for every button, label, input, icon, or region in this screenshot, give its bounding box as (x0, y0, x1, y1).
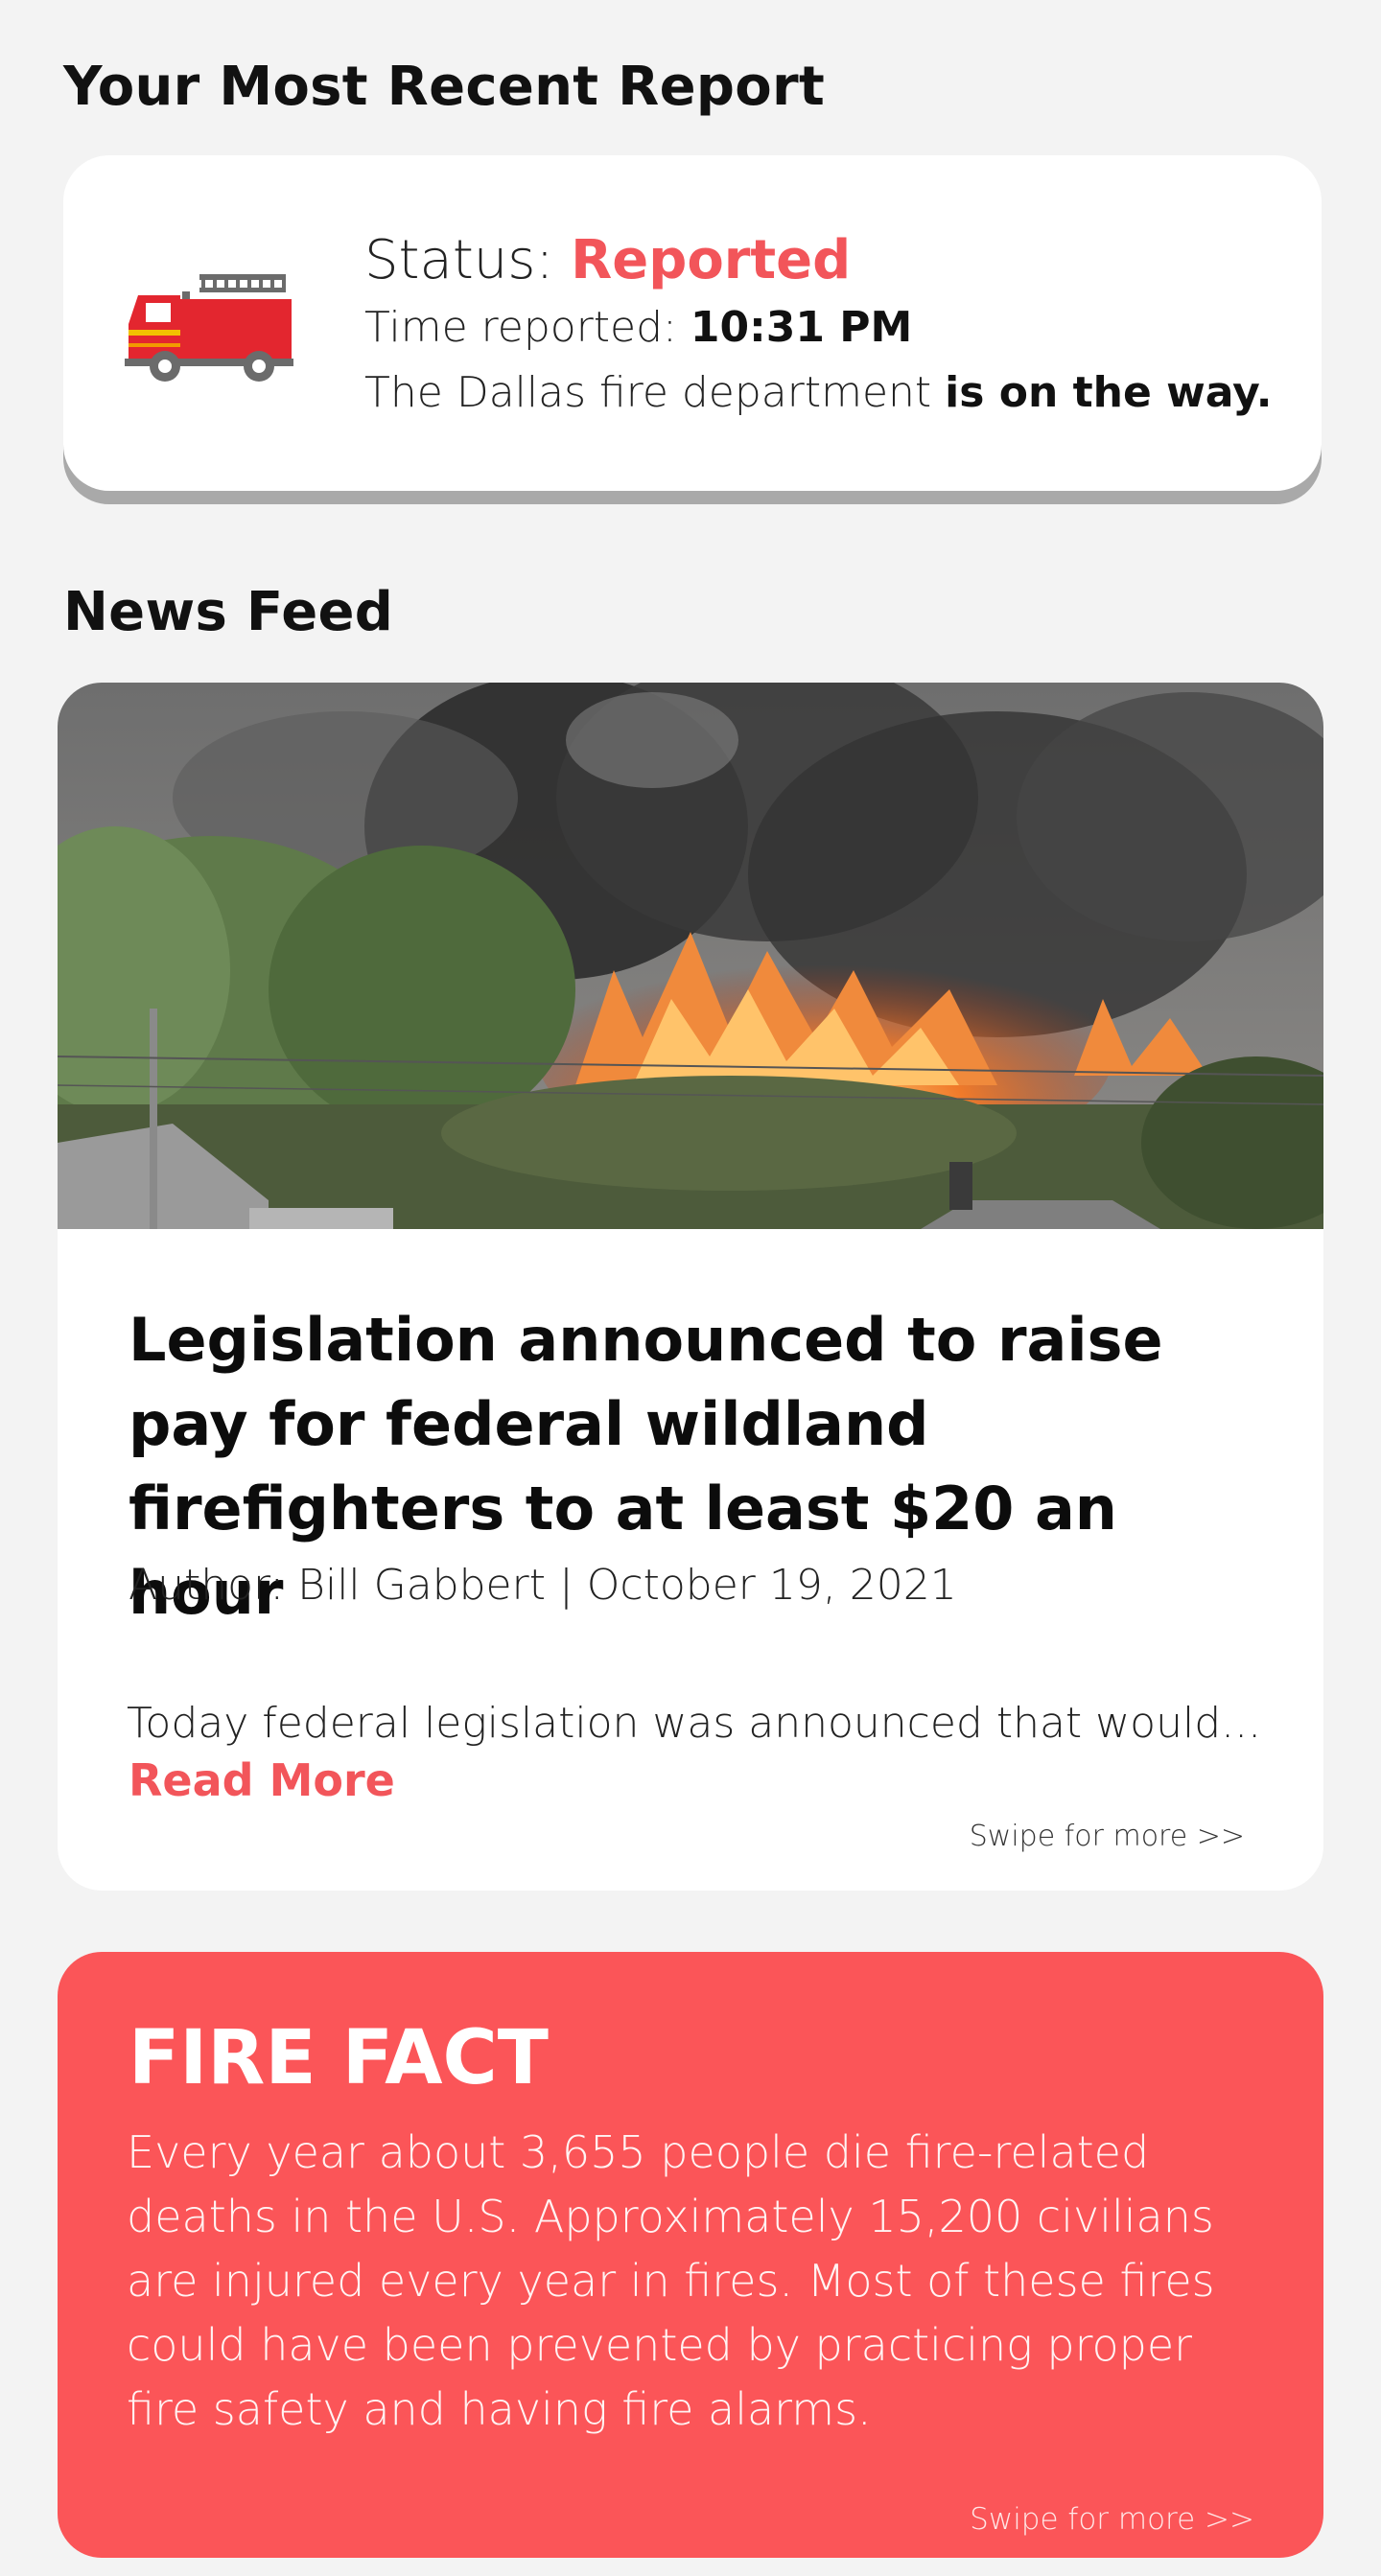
news-article-card[interactable]: Legislation announced to raise pay for f… (58, 683, 1323, 1891)
fire-fact-body: Every year about 3,655 people die fire-r… (127, 2126, 1215, 2435)
status-label: Status: (364, 229, 572, 291)
status-line: Status: Reported (364, 226, 1273, 295)
recent-report-card[interactable]: Status: Reported Time reported: 10:31 PM… (63, 155, 1322, 491)
department-line: The Dallas fire department is on the way… (364, 360, 1273, 426)
article-byline: Author: Bill Gabbert | October 19, 2021 (129, 1561, 957, 1610)
fire-fact-card[interactable]: FIRE FACT Every year about 3,655 people … (58, 1952, 1323, 2558)
fact-swipe-hint[interactable]: Swipe for more >> (970, 2502, 1254, 2537)
read-more-link[interactable]: Read More (129, 1754, 395, 1806)
department-status: is on the way. (945, 368, 1273, 417)
department-text: The Dallas fire department (364, 368, 946, 417)
fire-truck-icon (125, 274, 293, 382)
time-label: Time reported: (364, 303, 690, 352)
fire-fact-title: FIRE FACT (129, 2015, 549, 2101)
status-badge: Reported (571, 229, 852, 291)
news-feed-title: News Feed (63, 581, 394, 643)
wildfire-photo[interactable] (58, 683, 1323, 1229)
recent-report-title: Your Most Recent Report (63, 56, 826, 118)
time-value: 10:31 PM (690, 303, 913, 352)
time-reported-line: Time reported: 10:31 PM (364, 295, 1273, 360)
news-swipe-hint[interactable]: Swipe for more >> (970, 1820, 1245, 1853)
article-excerpt: Today federal legislation was announced … (127, 1699, 1262, 1748)
